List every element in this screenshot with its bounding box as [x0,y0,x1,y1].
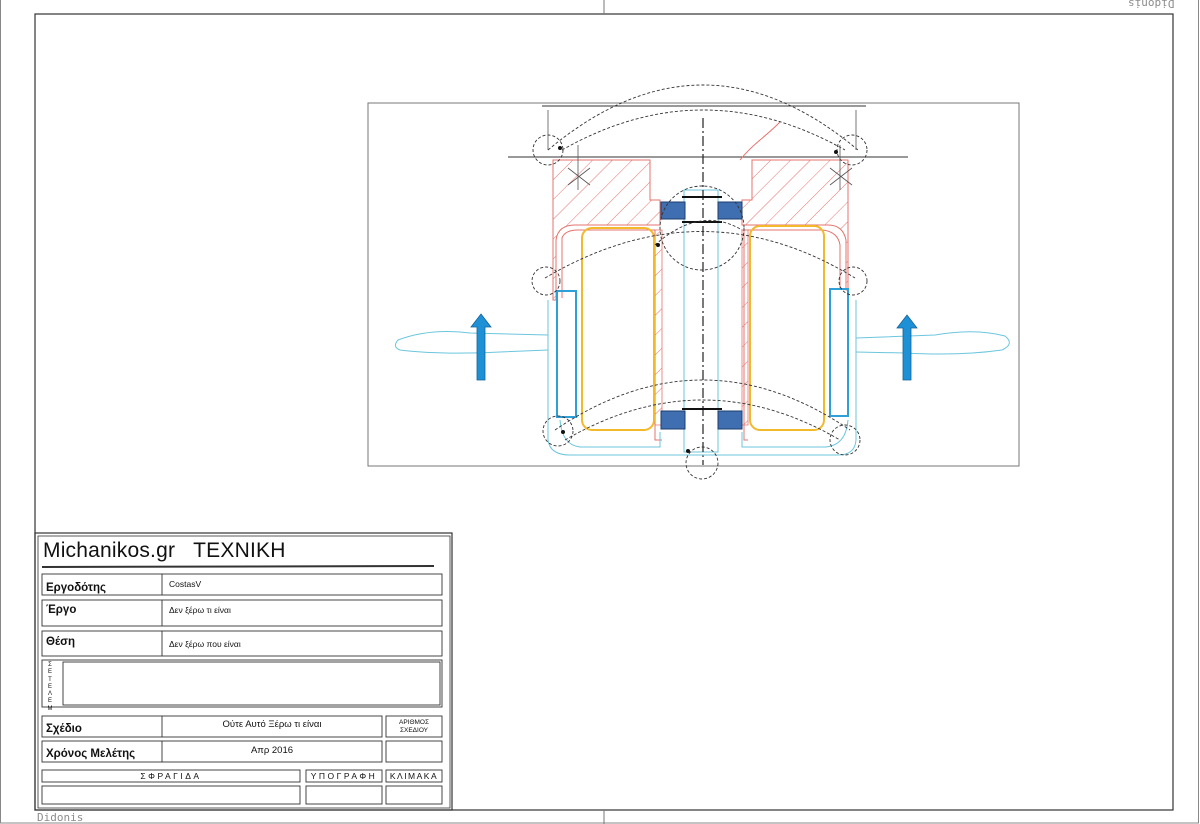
fin-left [394,331,549,354]
bearing-bottom-left [660,410,686,430]
year-value: Απρ 2016 [250,745,294,756]
title-block-grid [34,532,453,811]
coil-left [581,227,655,431]
inner-water-contour [559,419,849,448]
stamp-label: ΣΦΡΑΓΙΔΑ [140,771,202,781]
employer-value: CostasV [169,579,202,589]
employer-label: Εργοδότης [46,582,107,594]
flow-up-arrow-icon [470,313,492,381]
shaft [683,189,719,453]
drawing-number-label: ΑΡΙΘΜΟΣ ΣΧΕΔΙΟΥ [386,719,442,735]
bearing-top-right [717,201,743,220]
outer-water-contour [547,300,857,456]
discipline-name: ΤΕΧΝΙΚΗ [193,539,286,562]
bearing-bottom-right [717,410,743,430]
housing-break-line [739,121,781,161]
year-label: Χρόνος Μελέτης [46,748,136,760]
sheet-inner-frame [34,13,1174,811]
magnet-right [829,288,849,417]
motor-section-drawing [394,84,1010,480]
location-value: Δεν ξέρω που είναι [169,639,241,649]
fin-right [855,331,1010,355]
signature-label: ΥΠΟΓΡΑΦΗ [310,771,378,781]
sheet-watermark-bottom: Didonis [37,811,84,824]
sheet-watermark-top: Didonis [1128,0,1175,10]
technical-drawing [0,0,1199,824]
coil-right [749,225,825,431]
studies-label: ΣΕΤΕΛΕΜ [47,662,53,712]
magnet-left [556,290,577,418]
title-block-header: Michanikos.gr ΤΕΧΝΙΚΗ [43,539,286,563]
drawing-value: Ούτε Αυτό Ξέρω τι είναι [222,719,322,730]
project-value: Δεν ξέρω τι είναι [169,605,231,615]
scale-label: ΚΛΙΜΑΚΑ [389,771,439,781]
drawing-label: Σχέδιο [46,723,82,735]
bearing-top-left [660,201,686,220]
shaft-sleeve-hatch [654,229,749,426]
drawing-number-label-line-1: ΑΡΙΘΜΟΣ [398,719,430,726]
project-label: Έργο [46,604,77,616]
dashed-rotation-arcs [544,84,859,441]
drawing-number-label-line-2: ΣΧΕΔΙΟΥ [399,727,429,734]
flow-up-arrow-icon [896,314,918,381]
location-label: Θέση [46,636,76,648]
company-name: Michanikos.gr [43,539,176,562]
